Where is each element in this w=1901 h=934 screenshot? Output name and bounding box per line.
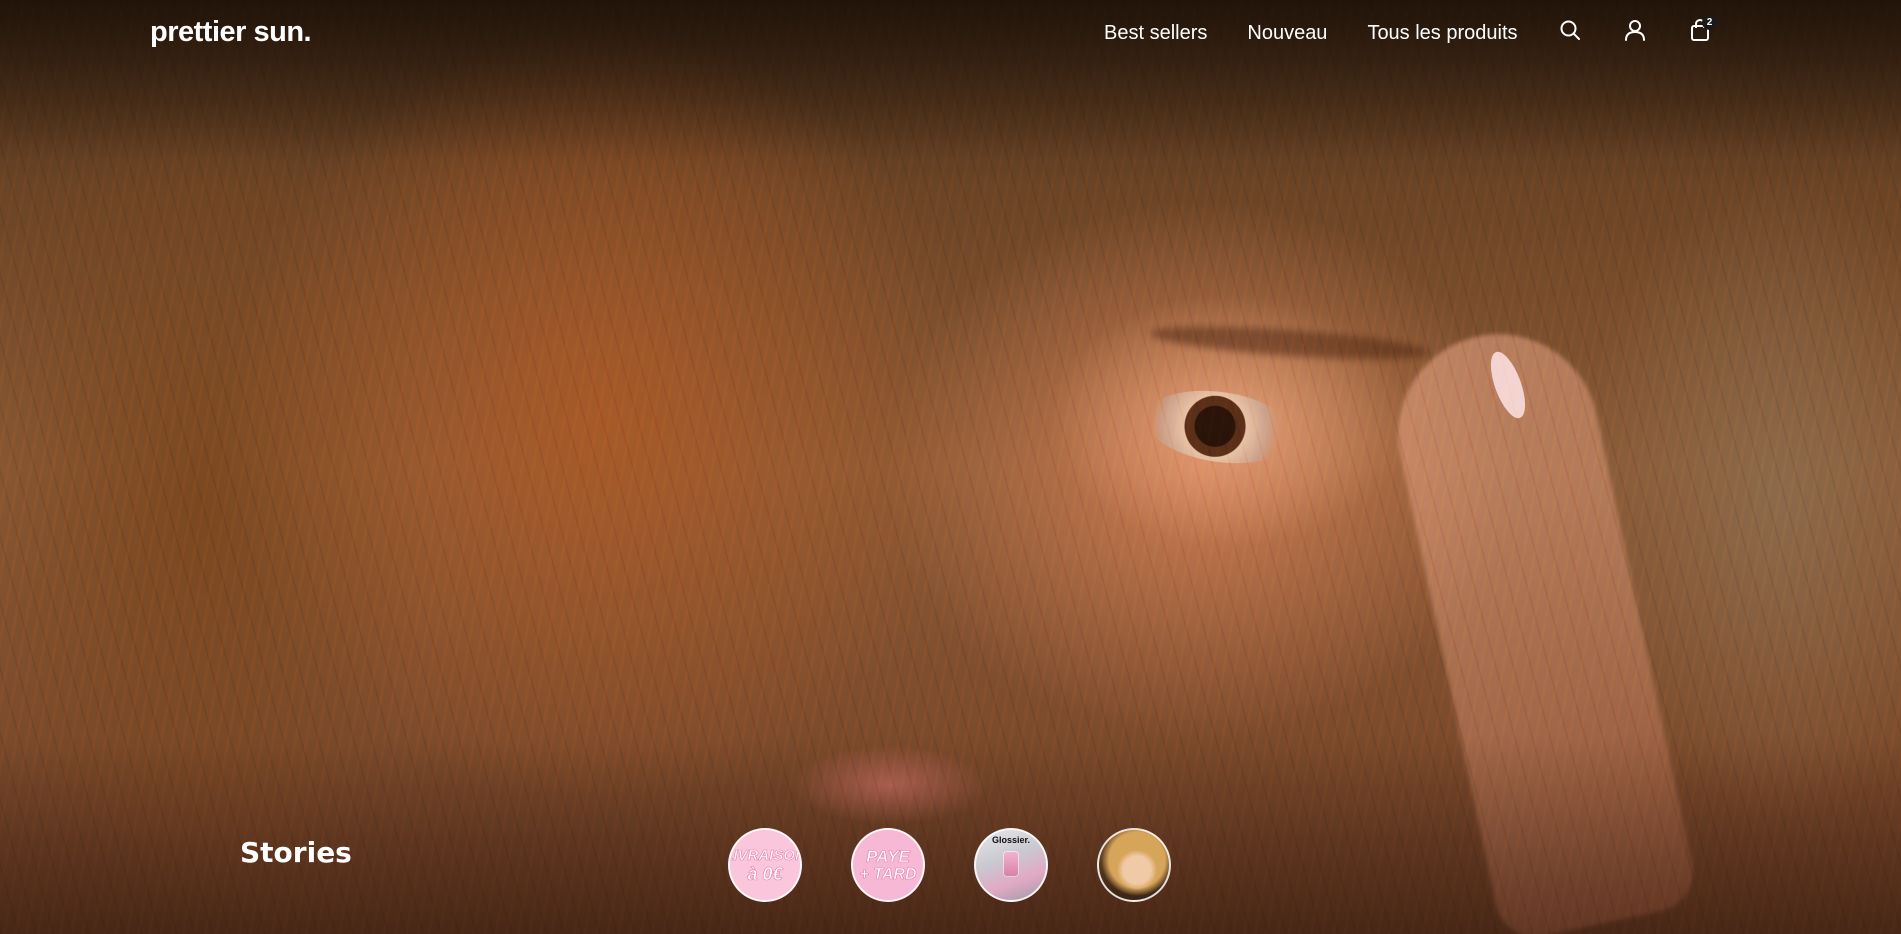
cart-button[interactable]: 2 bbox=[1686, 15, 1717, 44]
hero-bottom-shade bbox=[0, 734, 1901, 934]
main-nav: Best sellers Nouveau Tous les produits bbox=[1104, 22, 1518, 45]
story-paye-line2: + TARD bbox=[859, 865, 917, 883]
story-livraison[interactable]: LIVRAISON à 0€ bbox=[728, 828, 802, 902]
hero-background-image bbox=[0, 0, 1901, 934]
search-icon bbox=[1560, 20, 1580, 40]
cart-count-badge: 2 bbox=[1702, 15, 1717, 30]
story-paye-line1: PAYE bbox=[866, 846, 910, 866]
story-livraison-line1: LIVRAISON bbox=[728, 846, 802, 864]
search-button[interactable] bbox=[1556, 16, 1584, 44]
site-header: prettier sun. Best sellers Nouveau Tous … bbox=[0, 0, 1901, 70]
story-glossier-bottle bbox=[1003, 851, 1019, 877]
story-paye-tard[interactable]: PAYE + TARD bbox=[851, 828, 925, 902]
story-portrait[interactable] bbox=[1097, 828, 1171, 902]
page: prettier sun. Best sellers Nouveau Tous … bbox=[0, 0, 1901, 934]
nav-item-tous-les-produits[interactable]: Tous les produits bbox=[1367, 22, 1517, 45]
stories-title: Stories bbox=[240, 836, 352, 869]
user-icon bbox=[1625, 20, 1645, 41]
nav-item-best-sellers[interactable]: Best sellers bbox=[1104, 22, 1207, 45]
brand-logo[interactable]: prettier sun. bbox=[150, 16, 312, 49]
story-glossier-brand: Glossier. bbox=[991, 835, 1031, 845]
nav-item-nouveau[interactable]: Nouveau bbox=[1247, 22, 1327, 45]
account-button[interactable] bbox=[1621, 16, 1649, 44]
story-livraison-line2: à 0€ bbox=[747, 863, 783, 884]
story-glossier[interactable]: Glossier. bbox=[974, 828, 1048, 902]
